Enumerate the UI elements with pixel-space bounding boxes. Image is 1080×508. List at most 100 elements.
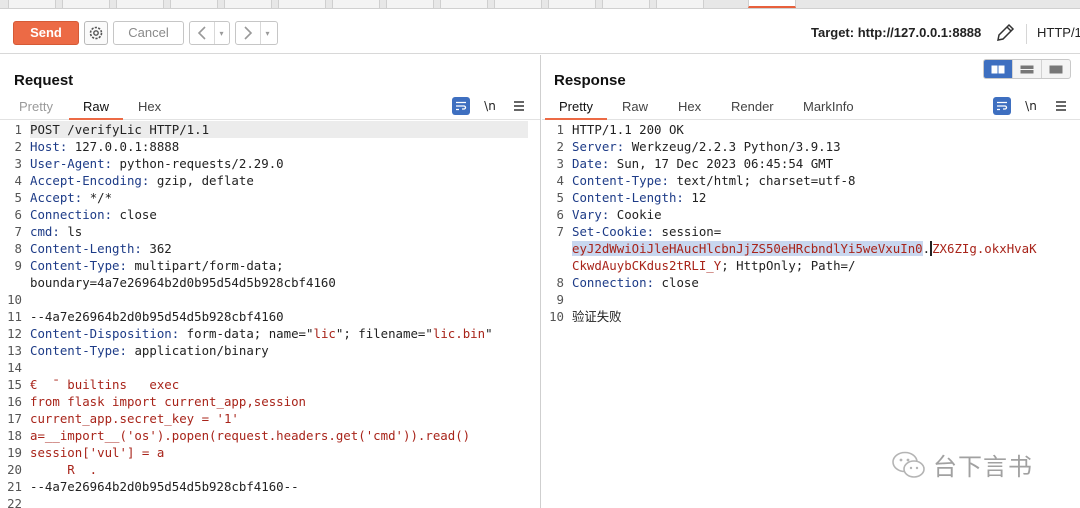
line-number: 9 — [14, 258, 22, 273]
code-line: 15 € ̄ builtins exec — [0, 376, 540, 393]
code-line: 6 Connection: close — [0, 206, 540, 223]
code-token: Content-Disposition: — [30, 326, 187, 341]
tab-repeater-9[interactable] — [440, 0, 488, 8]
line-text: current_app.secret_key = '1' — [30, 410, 239, 427]
line-text: Content-Length: 362 — [30, 240, 172, 257]
tab-response-render[interactable]: Render — [731, 99, 774, 114]
response-wrap-toggle[interactable] — [993, 97, 1011, 115]
code-token: close — [119, 207, 157, 222]
single-pane-icon — [1049, 65, 1063, 73]
code-line: 20 R . — [0, 461, 540, 478]
tab-repeater-1[interactable] — [8, 0, 56, 8]
tab-response-hex[interactable]: Hex — [678, 99, 701, 114]
tab-strip — [0, 0, 1080, 9]
wechat-icon — [892, 451, 925, 478]
code-line: 5 Accept: */* — [0, 189, 540, 206]
code-line: 19 session['vul'] = a — [0, 444, 540, 461]
response-newline-toggle[interactable]: \n — [1023, 97, 1039, 115]
code-token: CkwdAuybCKdus2tRLI_Y — [572, 258, 722, 273]
code-line: 3 Date: Sun, 17 Dec 2023 06:45:54 GMT — [542, 155, 1080, 172]
tab-repeater-12[interactable] — [602, 0, 650, 8]
line-number: 4 — [556, 173, 564, 188]
tab-repeater-active[interactable] — [748, 0, 796, 8]
code-token: ZX6ZIg.okxHvaK — [932, 241, 1037, 256]
request-wrap-toggle[interactable] — [452, 97, 470, 115]
settings-button[interactable] — [84, 21, 108, 45]
tab-repeater-2[interactable] — [62, 0, 110, 8]
cancel-button[interactable]: Cancel — [113, 21, 184, 45]
response-menu-button[interactable] — [1053, 97, 1069, 115]
back-nav-group: ▾ — [189, 21, 230, 45]
request-newline-toggle[interactable]: \n — [482, 97, 498, 115]
code-token: --4a7e26964b2d0b95d54d5b928cbf4160 — [30, 309, 284, 324]
line-number: 11 — [7, 309, 22, 324]
tab-request-pretty[interactable]: Pretty — [19, 99, 53, 114]
tab-repeater-7[interactable] — [332, 0, 380, 8]
code-line: CkwdAuybCKdus2tRLI_Y; HttpOnly; Path=/ — [542, 257, 1080, 274]
tab-repeater-13[interactable] — [656, 0, 704, 8]
edit-target-button[interactable] — [994, 22, 1016, 44]
code-token: --4a7e26964b2d0b95d54d5b928cbf4160-- — [30, 479, 299, 494]
layout-stacked-button[interactable] — [1013, 60, 1042, 78]
target-label: Target: http://127.0.0.1:8888 — [811, 25, 982, 40]
code-token: Set-Cookie: — [572, 224, 662, 239]
tab-repeater-5[interactable] — [224, 0, 272, 8]
layout-side-by-side-button[interactable] — [984, 60, 1013, 78]
code-token: session= — [661, 224, 722, 239]
line-text: User-Agent: python-requests/2.29.0 — [30, 155, 284, 172]
line-number: 21 — [7, 479, 22, 494]
code-token: 12 — [691, 190, 707, 205]
request-editor[interactable]: 1 POST /verifyLic HTTP/1.1 2 Host: 127.0.0.… — [0, 121, 540, 508]
code-line: 3 User-Agent: python-requests/2.29.0 — [0, 155, 540, 172]
line-text: Set-Cookie: session= — [572, 223, 721, 240]
hamburger-menu-icon — [514, 101, 524, 111]
line-text: Vary: Cookie — [572, 206, 662, 223]
forward-history-dropdown[interactable]: ▾ — [260, 22, 274, 44]
tab-repeater-10[interactable] — [494, 0, 542, 8]
tab-repeater-8[interactable] — [386, 0, 434, 8]
forward-button[interactable] — [236, 22, 260, 44]
tab-response-markinfo[interactable]: MarkInfo — [803, 99, 854, 114]
code-line: 16 from flask import current_app,session — [0, 393, 540, 410]
tab-response-pretty[interactable]: Pretty — [545, 99, 607, 120]
line-number: 16 — [7, 394, 22, 409]
line-text: Host: 127.0.0.1:8888 — [30, 138, 179, 155]
layout-toggle — [983, 59, 1071, 79]
code-token: multipart/form-data; — [134, 258, 284, 273]
code-line: 21 --4a7e26964b2d0b95d54d5b928cbf4160-- — [0, 478, 540, 495]
code-line: 9 — [542, 291, 1080, 308]
code-token: Cookie — [616, 207, 662, 222]
line-number: 10 — [549, 309, 564, 324]
line-number: 15 — [7, 377, 22, 392]
tab-repeater-3[interactable] — [116, 0, 164, 8]
rows-icon — [1020, 65, 1034, 73]
line-text: Server: Werkzeug/2.2.3 Python/3.9.13 — [572, 138, 841, 155]
send-button[interactable]: Send — [13, 21, 79, 45]
tab-repeater-4[interactable] — [170, 0, 218, 8]
code-token: Connection: — [30, 207, 120, 222]
code-token: */* — [89, 190, 113, 205]
code-line: 12 Content-Disposition: form-data; name="… — [0, 325, 540, 342]
line-text: R . — [30, 461, 97, 478]
code-token: application/binary — [134, 343, 269, 358]
request-menu-button[interactable] — [511, 97, 527, 115]
line-number: 19 — [7, 445, 22, 460]
tab-response-raw[interactable]: Raw — [622, 99, 648, 114]
tab-request-raw[interactable]: Raw — [68, 99, 124, 120]
code-line: 4 Accept-Encoding: gzip, deflate — [0, 172, 540, 189]
back-button[interactable] — [190, 22, 214, 44]
tab-request-hex[interactable]: Hex — [138, 99, 161, 114]
code-token: Accept: — [30, 190, 90, 205]
line-number: 22 — [7, 496, 22, 508]
http-version-selector[interactable]: HTTP/1 — [1026, 24, 1080, 44]
line-number: 12 — [7, 326, 22, 341]
back-history-dropdown[interactable]: ▾ — [214, 22, 228, 44]
layout-tabs-button[interactable] — [1042, 60, 1070, 78]
line-number: 6 — [556, 207, 564, 222]
tab-repeater-11[interactable] — [548, 0, 596, 8]
line-number: 20 — [7, 462, 22, 477]
tab-repeater-6[interactable] — [278, 0, 326, 8]
code-token: eyJ2dWwiOiJleHAucHlcbnJjZS50eHRcbndlYi5w… — [572, 241, 923, 256]
line-number: 5 — [14, 190, 22, 205]
line-text: cmd: ls — [30, 223, 82, 240]
